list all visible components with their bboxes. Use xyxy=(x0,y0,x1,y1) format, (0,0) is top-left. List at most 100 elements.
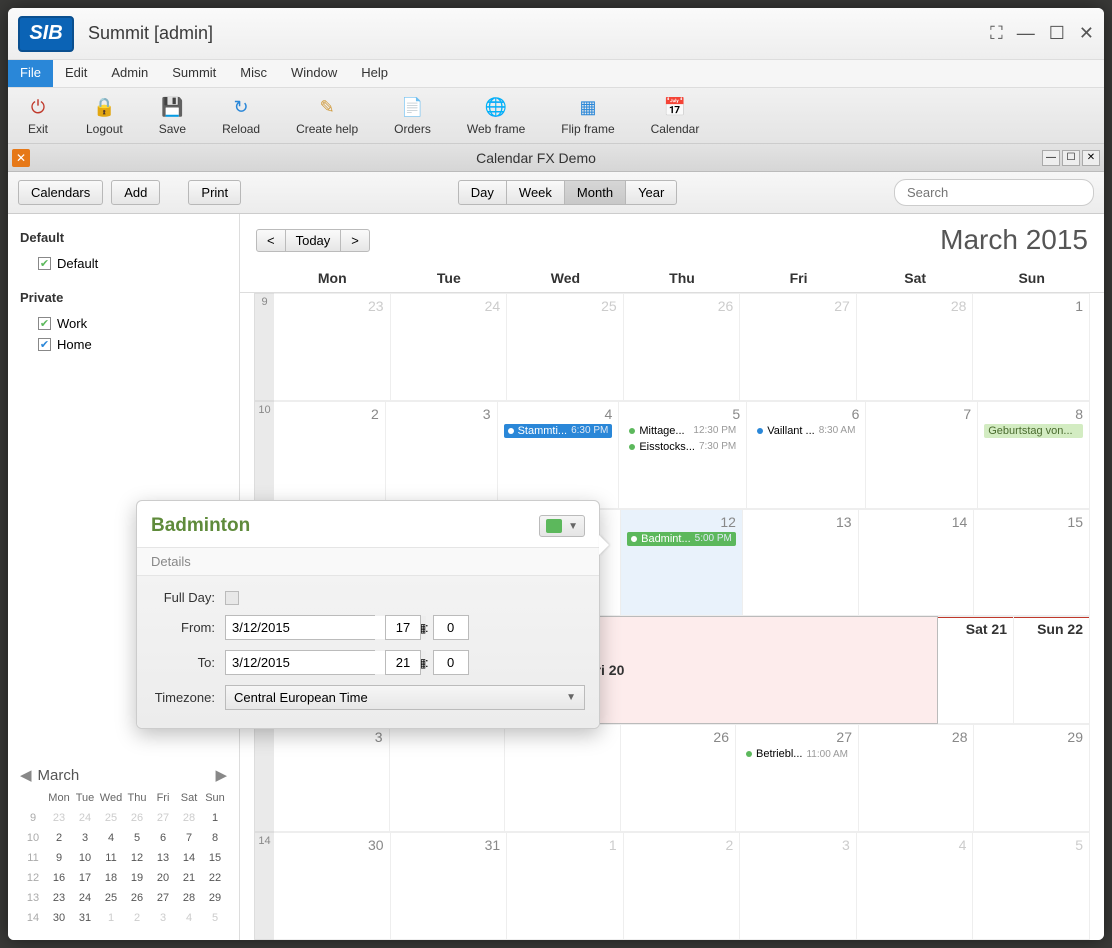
mini-day[interactable]: 27 xyxy=(150,808,176,828)
mini-day[interactable]: 23 xyxy=(46,808,72,828)
calendar-cell[interactable]: 31 xyxy=(391,832,508,940)
menu-edit[interactable]: Edit xyxy=(53,60,99,87)
mini-prev-icon[interactable]: ◀ xyxy=(20,766,32,784)
calendar-cell[interactable]: 1 xyxy=(973,293,1090,401)
mini-day[interactable]: 14 xyxy=(176,848,202,868)
menu-help[interactable]: Help xyxy=(349,60,400,87)
mini-day[interactable]: 6 xyxy=(150,828,176,848)
mini-day[interactable]: 21 xyxy=(176,868,202,888)
mini-day[interactable]: 5 xyxy=(124,828,150,848)
calendar-cell[interactable] xyxy=(390,724,506,832)
calendar-cell[interactable]: 8Geburtstag von... xyxy=(978,401,1090,509)
next-button[interactable]: > xyxy=(340,229,370,252)
mini-day[interactable]: 9 xyxy=(46,848,72,868)
sidebar-item-home[interactable]: ✔Home xyxy=(20,334,227,355)
minimize-icon[interactable]: — xyxy=(1017,23,1035,44)
mini-day[interactable]: 11 xyxy=(98,848,124,868)
toolbar-flip-frame[interactable]: ▦Flip frame xyxy=(543,88,632,143)
mini-day[interactable]: 25 xyxy=(98,808,124,828)
calendars-button[interactable]: Calendars xyxy=(18,180,103,205)
calendar-cell[interactable]: 28 xyxy=(857,293,974,401)
calendar-cell[interactable]: 26 xyxy=(621,724,737,832)
mini-day[interactable]: 25 xyxy=(98,888,124,908)
menu-summit[interactable]: Summit xyxy=(160,60,228,87)
mini-day[interactable]: 1 xyxy=(202,808,228,828)
calendar-cell[interactable]: 28 xyxy=(859,724,975,832)
toolbar-orders[interactable]: 📄Orders xyxy=(376,88,449,143)
mini-day[interactable]: 28 xyxy=(176,808,202,828)
toolbar-logout[interactable]: 🔒Logout xyxy=(68,88,141,143)
event[interactable]: Stammti...6:30 PM xyxy=(504,424,613,438)
view-month[interactable]: Month xyxy=(564,180,626,205)
event[interactable]: Badmint...5:00 PM xyxy=(627,532,736,546)
calendar-cell[interactable]: 15 xyxy=(974,509,1090,617)
calendar-cell[interactable]: 6Vaillant ...8:30 AM xyxy=(747,401,866,509)
popup-tab-details[interactable]: Details xyxy=(137,547,599,576)
print-button[interactable]: Print xyxy=(188,180,241,205)
calendar-cell[interactable]: 27Betriebl...11:00 AM xyxy=(736,724,859,832)
menu-window[interactable]: Window xyxy=(279,60,349,87)
subwindow-close-icon[interactable]: ✕ xyxy=(12,149,30,167)
close-icon[interactable]: ✕ xyxy=(1079,23,1094,44)
mini-day[interactable]: 5 xyxy=(202,908,228,928)
toolbar-web-frame[interactable]: 🌐Web frame xyxy=(449,88,543,143)
timezone-select[interactable]: Central European Time ▼ xyxy=(225,685,585,710)
calendar-cell[interactable]: 14 xyxy=(859,509,975,617)
toolbar-create-help[interactable]: ✎Create help xyxy=(278,88,376,143)
menu-admin[interactable]: Admin xyxy=(99,60,160,87)
color-dropdown[interactable]: ▼ xyxy=(539,515,585,537)
subwindow-minimize-icon[interactable]: — xyxy=(1042,150,1060,166)
calendar-cell[interactable]: 7 xyxy=(866,401,978,509)
mini-day[interactable]: 26 xyxy=(124,888,150,908)
maximize-icon[interactable]: ☐ xyxy=(1049,23,1065,44)
toolbar-calendar[interactable]: 📅Calendar xyxy=(633,88,718,143)
search-input[interactable] xyxy=(894,179,1094,206)
mini-day[interactable]: 20 xyxy=(150,868,176,888)
calendar-cell[interactable]: 4Stammti...6:30 PM xyxy=(498,401,620,509)
mini-day[interactable]: 19 xyxy=(124,868,150,888)
mini-day[interactable]: 18 xyxy=(98,868,124,888)
calendar-cell[interactable]: 24 xyxy=(391,293,508,401)
to-min-input[interactable] xyxy=(433,650,469,675)
mini-day[interactable]: 3 xyxy=(150,908,176,928)
today-button[interactable]: Today xyxy=(285,229,342,252)
calendar-cell[interactable]: 30 xyxy=(274,832,391,940)
event[interactable]: Geburtstag von... xyxy=(984,424,1083,438)
mini-next-icon[interactable]: ▶ xyxy=(215,766,227,784)
calendar-cell[interactable]: 2 xyxy=(274,401,386,509)
calendar-cell[interactable]: 25 xyxy=(507,293,624,401)
mini-day[interactable]: 28 xyxy=(176,888,202,908)
subwindow-close2-icon[interactable]: ✕ xyxy=(1082,150,1100,166)
calendar-cell[interactable]: Fri 20 xyxy=(578,616,938,724)
mini-day[interactable]: 31 xyxy=(72,908,98,928)
event[interactable]: Mittage...12:30 PM xyxy=(625,424,740,438)
add-button[interactable]: Add xyxy=(111,180,160,205)
mini-day[interactable]: 3 xyxy=(72,828,98,848)
calendar-cell[interactable]: 3 xyxy=(740,832,857,940)
calendar-cell[interactable]: 29 xyxy=(974,724,1090,832)
mini-day[interactable]: 2 xyxy=(46,828,72,848)
from-min-input[interactable] xyxy=(433,615,469,640)
calendar-cell[interactable]: 4 xyxy=(857,832,974,940)
mini-day[interactable]: 15 xyxy=(202,848,228,868)
mini-day[interactable]: 10 xyxy=(72,848,98,868)
to-hour-input[interactable] xyxy=(385,650,421,675)
menu-misc[interactable]: Misc xyxy=(228,60,279,87)
toolbar-save[interactable]: 💾Save xyxy=(141,88,204,143)
calendar-cell[interactable]: 13 xyxy=(743,509,859,617)
view-day[interactable]: Day xyxy=(458,180,507,205)
calendar-cell[interactable]: 27 xyxy=(740,293,857,401)
mini-day[interactable]: 26 xyxy=(124,808,150,828)
mini-day[interactable]: 17 xyxy=(72,868,98,888)
calendar-cell[interactable] xyxy=(505,724,621,832)
calendar-cell[interactable]: 26 xyxy=(624,293,741,401)
calendar-cell[interactable]: 5Mittage...12:30 PMEisstocks...7:30 PM xyxy=(619,401,747,509)
toolbar-reload[interactable]: ↻Reload xyxy=(204,88,278,143)
calendar-cell[interactable]: 3 xyxy=(274,724,390,832)
mini-day[interactable]: 12 xyxy=(124,848,150,868)
mini-day[interactable]: 4 xyxy=(98,828,124,848)
from-hour-input[interactable] xyxy=(385,615,421,640)
mini-day[interactable]: 29 xyxy=(202,888,228,908)
view-week[interactable]: Week xyxy=(506,180,565,205)
prev-button[interactable]: < xyxy=(256,229,286,252)
